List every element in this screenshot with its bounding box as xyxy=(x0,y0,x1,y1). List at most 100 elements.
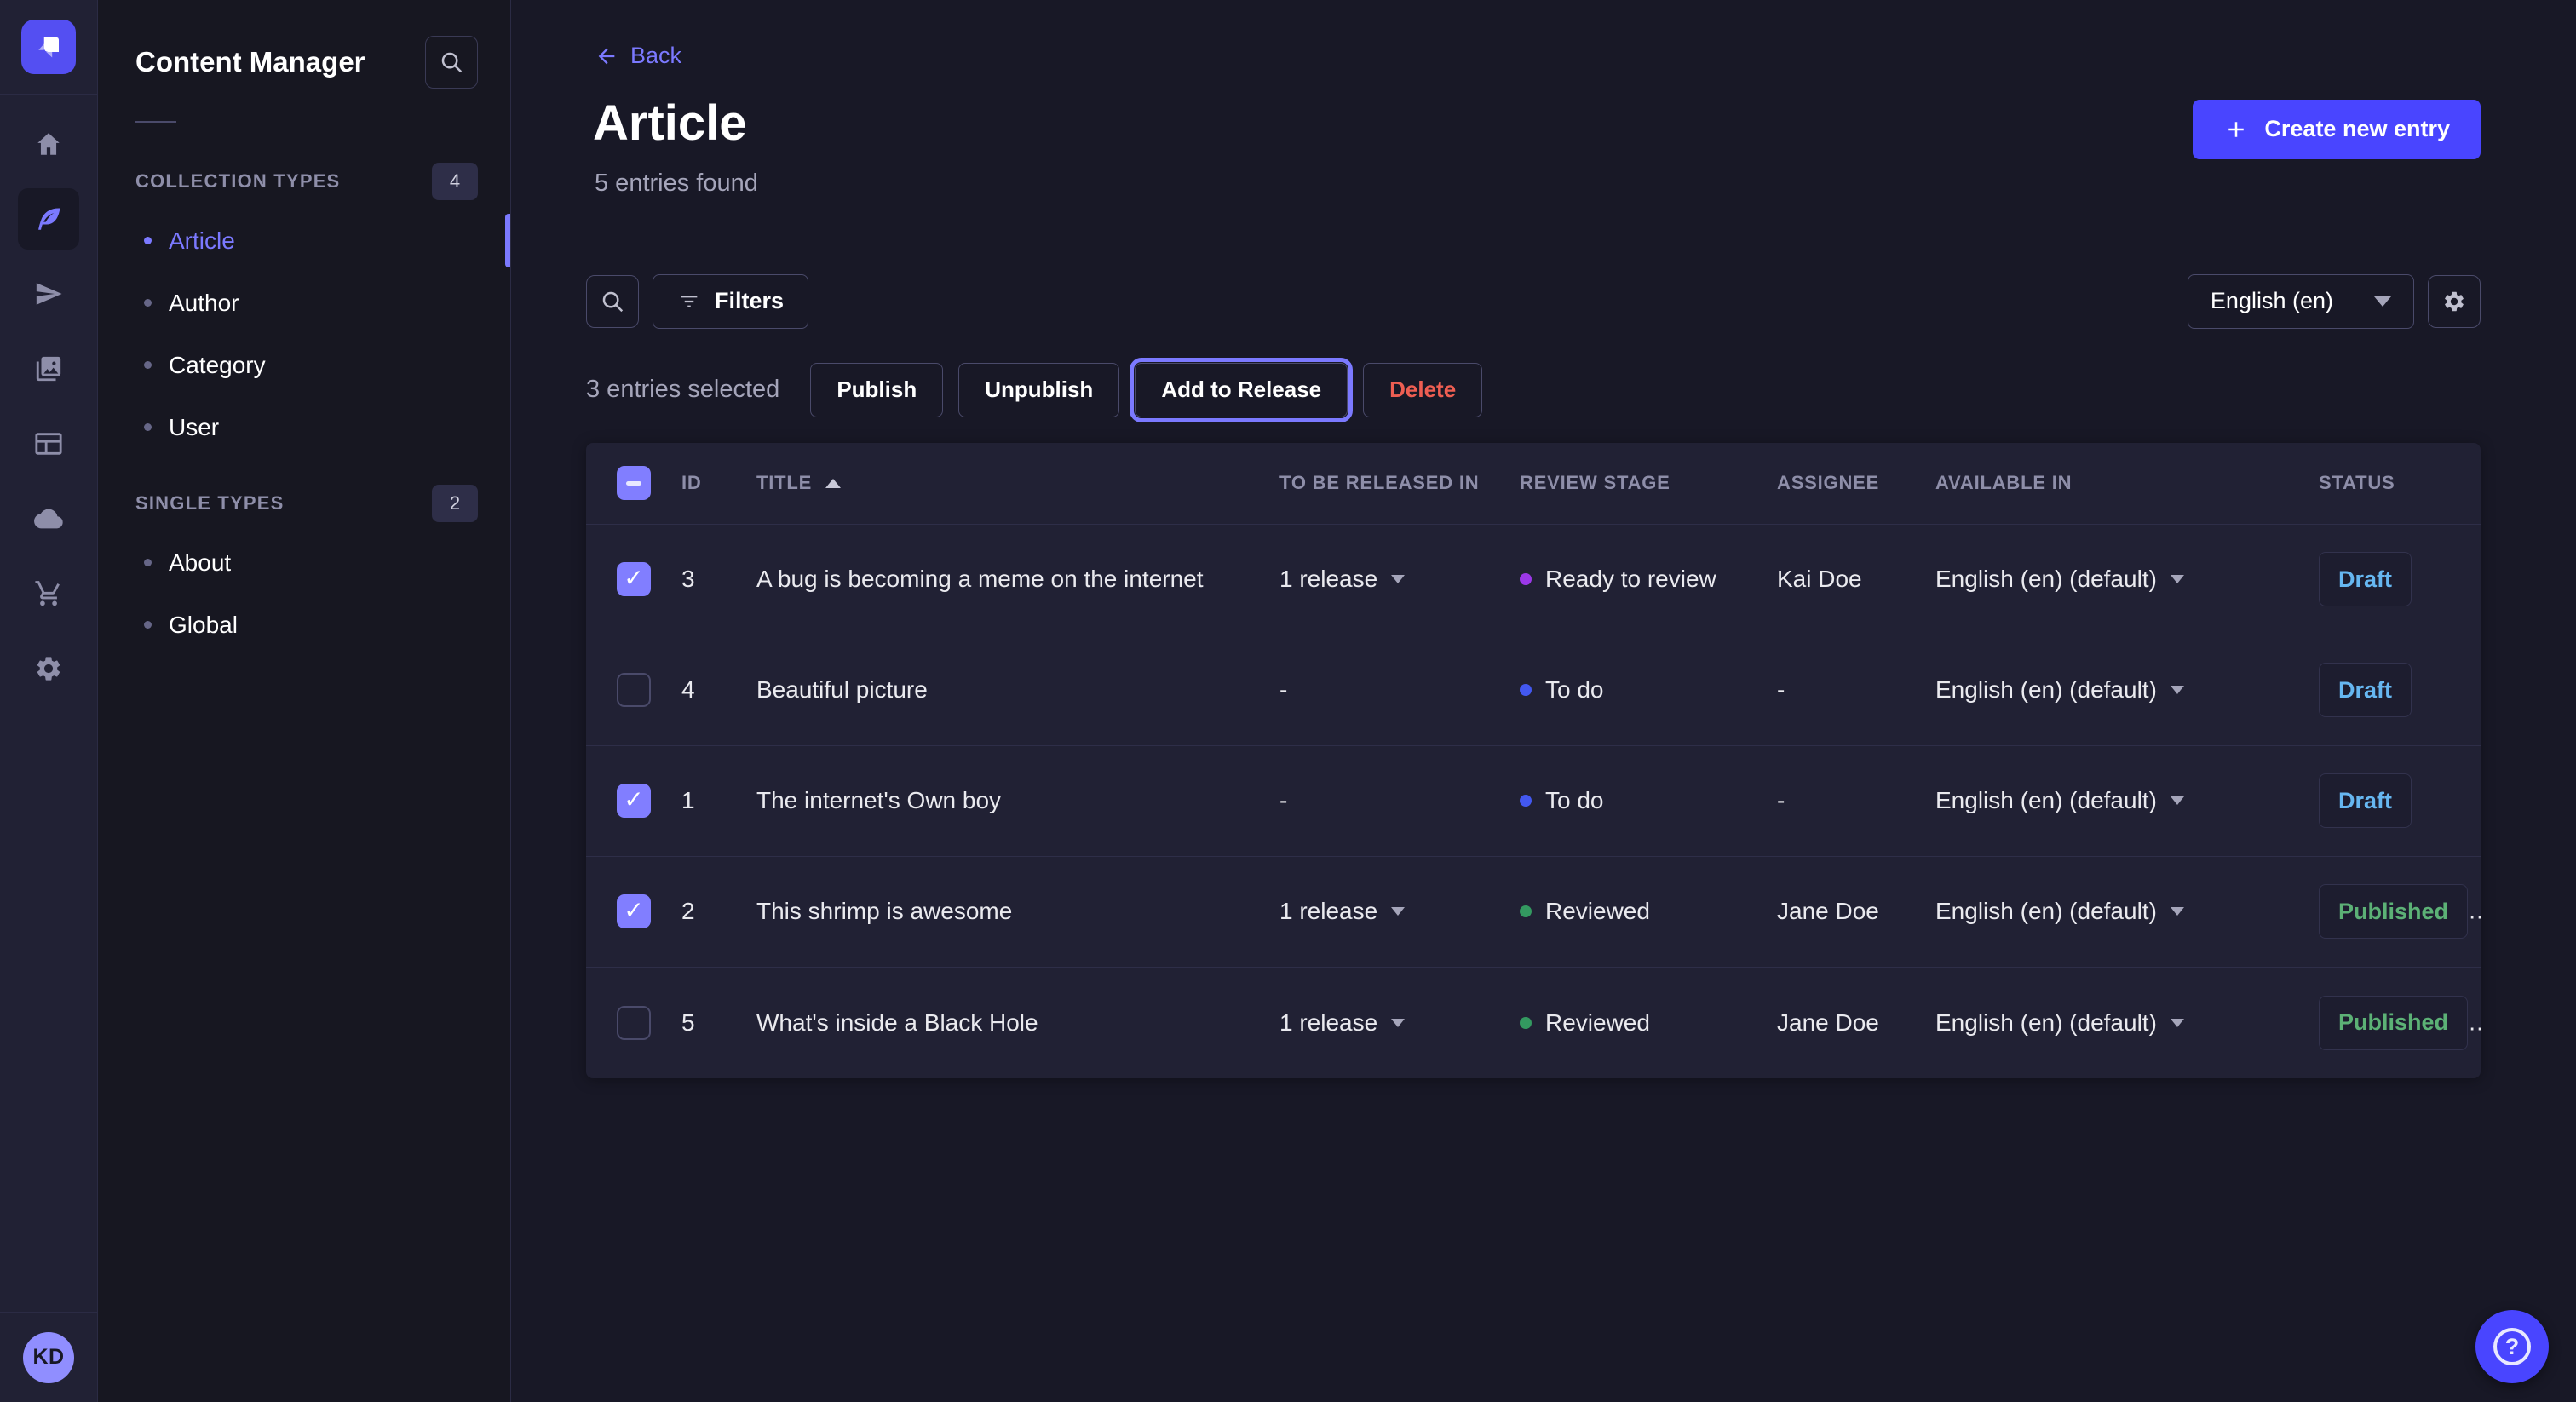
chevron-down-icon xyxy=(2171,575,2184,583)
chevron-down-icon xyxy=(2374,296,2391,307)
entries-count: 5 entries found xyxy=(595,170,2481,198)
cell-locale-dropdown[interactable]: English (en) (default) xyxy=(1935,676,2319,704)
question-mark-icon: ? xyxy=(2493,1328,2531,1365)
cell-id: 5 xyxy=(681,1009,756,1037)
column-header-released-in[interactable]: TO BE RELEASED IN xyxy=(1279,472,1520,494)
cell-assignee: Jane Doe xyxy=(1777,1009,1935,1037)
rail-icons xyxy=(18,95,79,699)
column-header-review-stage[interactable]: REVIEW STAGE xyxy=(1520,472,1777,494)
section-label: COLLECTION TYPES xyxy=(135,170,340,192)
cell-release-dropdown[interactable]: 1 release xyxy=(1279,898,1520,925)
subnav-item[interactable]: Category xyxy=(135,334,478,396)
row-checkbox[interactable]: ✓ xyxy=(617,784,651,818)
search-icon xyxy=(439,49,464,75)
plus-icon xyxy=(2223,117,2249,142)
cell-release-dropdown[interactable]: - xyxy=(1279,676,1520,704)
column-header-id[interactable]: ID xyxy=(681,472,756,494)
row-checkbox[interactable]: ✓ xyxy=(617,1006,651,1040)
subnav-item[interactable]: Global xyxy=(135,594,478,656)
stage-dot-icon xyxy=(1520,684,1532,696)
cell-release-dropdown[interactable]: 1 release xyxy=(1279,566,1520,593)
rail-bottom: KD xyxy=(0,1312,97,1402)
subnav-item[interactable]: About xyxy=(135,531,478,594)
cell-assignee: - xyxy=(1777,676,1935,704)
add-to-release-button[interactable]: Add to Release xyxy=(1135,363,1348,417)
row-checkbox[interactable]: ✓ xyxy=(617,673,651,707)
cell-locale-dropdown[interactable]: English (en) (default) xyxy=(1935,1009,2319,1037)
cell-locale-dropdown[interactable]: English (en) (default) xyxy=(1935,787,2319,814)
select-all-checkbox[interactable]: ✓ xyxy=(617,466,651,500)
content-manager-subnav: Content Manager COLLECTION TYPES 4 Artic… xyxy=(98,0,511,1402)
column-header-available-in[interactable]: AVAILABLE IN xyxy=(1935,472,2319,494)
row-checkbox[interactable]: ✓ xyxy=(617,894,651,928)
status-badge: Published xyxy=(2319,996,2468,1050)
table-row[interactable]: ✓ 5 What's inside a Black Hole 1 release… xyxy=(586,968,2481,1078)
row-checkbox[interactable]: ✓ xyxy=(617,562,651,596)
cloud-icon[interactable] xyxy=(18,488,79,549)
selection-count-text: 3 entries selected xyxy=(586,376,779,404)
cell-assignee: Kai Doe xyxy=(1777,566,1935,593)
subnav-divider xyxy=(135,121,176,123)
table-row[interactable]: ✓ 4 Beautiful picture - To do - English … xyxy=(586,635,2481,746)
cell-title: A bug is becoming a meme on the internet xyxy=(756,566,1279,593)
column-header-title[interactable]: TITLE xyxy=(756,472,1279,494)
cell-locale-dropdown[interactable]: English (en) (default) xyxy=(1935,566,2319,593)
create-new-entry-button[interactable]: Create new entry xyxy=(2193,100,2481,159)
settings-gear-icon[interactable] xyxy=(18,638,79,699)
column-header-status[interactable]: STATUS xyxy=(2319,472,2481,494)
status-badge: Published xyxy=(2319,884,2468,939)
unpublish-button[interactable]: Unpublish xyxy=(958,363,1119,417)
view-settings-button[interactable] xyxy=(2428,275,2481,328)
subnav-item[interactable]: Author xyxy=(135,272,478,334)
delete-button[interactable]: Delete xyxy=(1363,363,1482,417)
bullet-icon xyxy=(144,299,152,307)
subnav-item-label: Article xyxy=(169,227,235,255)
cell-title: The internet's Own boy xyxy=(756,787,1279,814)
help-button[interactable]: ? xyxy=(2475,1310,2549,1383)
cell-title: Beautiful picture xyxy=(756,676,1279,704)
table-row[interactable]: ✓ 2 This shrimp is awesome 1 release Rev… xyxy=(586,857,2481,968)
cell-assignee: Jane Doe xyxy=(1777,898,1935,925)
cell-review-stage: To do xyxy=(1520,676,1777,704)
table-header-row: ✓ ID TITLE TO BE RELEASED IN REVIEW STAG… xyxy=(586,443,2481,525)
cell-review-stage: Reviewed xyxy=(1520,898,1777,925)
cell-locale-dropdown[interactable]: English (en) (default) xyxy=(1935,898,2319,925)
cell-review-stage: Reviewed xyxy=(1520,1009,1777,1037)
back-link[interactable]: Back xyxy=(595,43,681,69)
subnav-search-button[interactable] xyxy=(425,36,478,89)
cell-release-dropdown[interactable]: - xyxy=(1279,787,1520,814)
column-header-assignee[interactable]: ASSIGNEE xyxy=(1777,472,1935,494)
entries-table: ✓ ID TITLE TO BE RELEASED IN REVIEW STAG… xyxy=(586,443,2481,1078)
gear-icon xyxy=(2442,290,2466,313)
content-manager-icon[interactable] xyxy=(18,188,79,250)
single-types-section: SINGLE TYPES 2 About Global xyxy=(98,484,510,656)
table-row[interactable]: ✓ 3 A bug is becoming a meme on the inte… xyxy=(586,525,2481,635)
publish-button[interactable]: Publish xyxy=(810,363,943,417)
page-title: Article xyxy=(593,95,747,152)
filters-button[interactable]: Filters xyxy=(653,274,808,329)
subnav-item-label: Author xyxy=(169,290,239,317)
media-library-icon[interactable] xyxy=(18,338,79,399)
bullet-icon xyxy=(144,237,152,244)
table-row[interactable]: ✓ 1 The internet's Own boy - To do - Eng… xyxy=(586,746,2481,857)
user-avatar[interactable]: KD xyxy=(23,1332,74,1383)
section-label: SINGLE TYPES xyxy=(135,492,285,514)
marketplace-cart-icon[interactable] xyxy=(18,563,79,624)
locale-select[interactable]: English (en) xyxy=(2188,274,2414,329)
subnav-item[interactable]: Article xyxy=(135,210,478,272)
table-search-button[interactable] xyxy=(586,275,639,328)
bullet-icon xyxy=(144,559,152,566)
subnav-item-label: Global xyxy=(169,612,238,639)
cell-release-dropdown[interactable]: 1 release xyxy=(1279,1009,1520,1037)
subnav-item-label: Category xyxy=(169,352,266,379)
cell-review-stage: Ready to review xyxy=(1520,566,1777,593)
content-type-builder-icon[interactable] xyxy=(18,413,79,474)
releases-icon[interactable] xyxy=(18,263,79,325)
home-icon[interactable] xyxy=(18,113,79,175)
stage-dot-icon xyxy=(1520,573,1532,585)
subnav-item[interactable]: User xyxy=(135,396,478,458)
strapi-logo[interactable] xyxy=(21,20,76,74)
cell-id: 3 xyxy=(681,566,756,593)
cell-title: This shrimp is awesome xyxy=(756,898,1279,925)
cell-assignee: - xyxy=(1777,787,1935,814)
